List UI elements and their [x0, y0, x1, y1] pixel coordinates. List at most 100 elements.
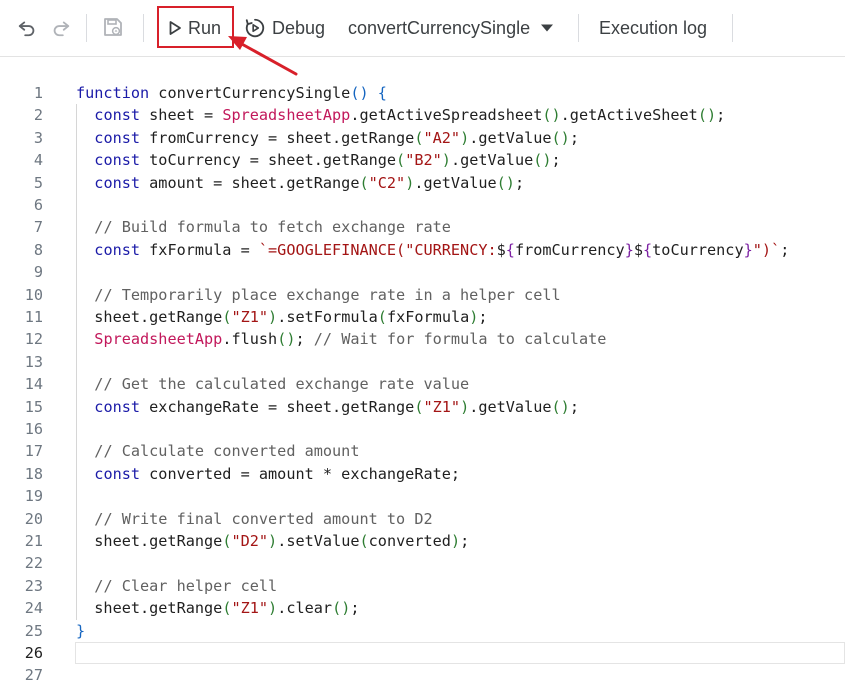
code-token: ; [350, 599, 360, 618]
line-number: 5 [33, 173, 43, 192]
code-line[interactable]: 6 [0, 194, 845, 217]
code-line[interactable]: 27 [0, 664, 845, 686]
code-editor[interactable]: 1 function convertCurrencySingle() {2 con… [0, 57, 845, 690]
code-token: const [94, 240, 141, 259]
code-line[interactable]: 13 [0, 350, 845, 374]
undo-icon[interactable] [14, 14, 40, 40]
code-token: ( [377, 308, 387, 326]
line-number: 24 [24, 599, 43, 618]
execution-log-button[interactable]: Execution log [599, 14, 707, 42]
line-code: const fromCurrency = sheet.getRange("A2"… [76, 127, 579, 149]
code-token: ; [460, 532, 470, 550]
line-number: 11 [24, 308, 43, 326]
code-line[interactable]: 19 [0, 485, 845, 508]
line-code: const fxFormula = `=GOOGLEFINANCE("CURRE… [76, 239, 789, 261]
line-number: 25 [24, 621, 43, 640]
code-token: .flush [222, 330, 278, 349]
save-drive-icon[interactable] [100, 14, 126, 40]
code-line[interactable]: 4 const toCurrency = sheet.getRange("B2"… [0, 149, 845, 172]
code-line[interactable]: 14 // Get the calculated exchange rate v… [0, 373, 845, 396]
code-token: "Z1" [231, 308, 269, 326]
code-token: converted [368, 532, 451, 550]
chevron-down-icon [541, 24, 554, 32]
code-token: { [643, 240, 653, 259]
code-line[interactable]: 15 const exchangeRate = sheet.getRange("… [0, 395, 845, 418]
code-line[interactable]: 26 [0, 642, 845, 664]
indent-guide [76, 552, 77, 575]
code-token: ; [514, 173, 525, 192]
line-code: SpreadsheetApp.flush(); // Wait for form… [76, 328, 606, 350]
code-token: .getValue [469, 128, 552, 147]
toolbar: Run Debug convertCurrencySingle Executio… [0, 0, 845, 57]
code-token: function [76, 84, 150, 102]
code-token: .setFormula [277, 308, 378, 326]
code-token: ) [450, 532, 461, 550]
code-line[interactable]: 3 const fromCurrency = sheet.getRange("A… [0, 126, 845, 150]
code-token: "B2" [405, 151, 442, 170]
line-code: const amount = sheet.getRange("C2").getV… [76, 172, 524, 194]
line-number: 13 [24, 352, 43, 371]
line-code: const sheet = SpreadsheetApp.getActiveSp… [76, 104, 725, 126]
code-token: "Z1" [423, 397, 461, 416]
code-token: // Temporarily place exchange rate in a … [94, 285, 561, 304]
code-token: // Build formula to fetch exchange rate [94, 218, 451, 237]
code-line[interactable]: 2 const sheet = SpreadsheetApp.getActive… [0, 104, 845, 127]
line-number: 3 [33, 128, 43, 147]
run-button[interactable]: Run [168, 14, 221, 42]
line-number: 14 [24, 375, 43, 394]
debug-label: Debug [272, 17, 326, 38]
code-token: // Write final converted amount to D2 [94, 509, 433, 528]
line-number: 22 [24, 554, 43, 573]
code-line[interactable]: 9 [0, 261, 845, 284]
code-token: ; [569, 397, 579, 416]
code-token: const [94, 128, 141, 147]
code-token: .getActiveSheet [560, 106, 698, 125]
code-token: sheet = [140, 106, 223, 125]
code-line[interactable]: 12 SpreadsheetApp.flush(); // Wait for f… [0, 328, 845, 351]
code-line[interactable]: 7 // Build formula to fetch exchange rat… [0, 216, 845, 239]
code-token: toCurrency = sheet.getRange [140, 151, 397, 170]
indent-guide [76, 261, 77, 284]
play-icon [169, 21, 181, 35]
code-token: ) [268, 308, 278, 326]
line-number: 2 [33, 106, 43, 125]
code-line[interactable]: 11 sheet.getRange("Z1").setFormula(fxFor… [0, 306, 845, 329]
code-line[interactable]: 21 sheet.getRange("D2").setValue(convert… [0, 530, 845, 553]
code-line[interactable]: 23 // Clear helper cell [0, 574, 845, 598]
line-code: const exchangeRate = sheet.getRange("Z1"… [76, 396, 579, 418]
line-code: // Write final converted amount to D2 [76, 508, 433, 530]
code-line[interactable]: 5 const amount = sheet.getRange("C2").ge… [0, 171, 845, 194]
line-code: sheet.getRange("Z1").clear(); [76, 597, 360, 619]
line-code: // Temporarily place exchange rate in a … [76, 284, 561, 306]
code-line[interactable]: 24 sheet.getRange("Z1").clear(); [0, 597, 845, 620]
redo-icon[interactable] [48, 14, 74, 40]
code-token: ; [569, 128, 579, 147]
code-line[interactable]: 22 [0, 552, 845, 575]
indent-guide [76, 194, 77, 217]
debug-button[interactable]: Debug [244, 14, 325, 42]
code-token: () [277, 330, 296, 349]
line-number: 17 [24, 442, 43, 461]
code-line[interactable]: 10 // Temporarily place exchange rate in… [0, 283, 845, 306]
code-token: .getValue [414, 173, 497, 192]
function-select[interactable]: convertCurrencySingle [348, 14, 554, 42]
code-token: sheet.getRange [76, 532, 223, 550]
code-line[interactable]: 16 [0, 418, 845, 441]
code-line[interactable]: 17 // Calculate converted amount [0, 440, 845, 463]
code-line[interactable]: 25} [0, 620, 845, 642]
code-line[interactable]: 20 // Write final converted amount to D2 [0, 507, 845, 530]
line-number: 7 [33, 218, 43, 237]
line-number: 15 [24, 397, 43, 416]
line-number: 26 [24, 644, 43, 662]
line-code: // Build formula to fetch exchange rate [76, 216, 451, 238]
code-line[interactable]: 8 const fxFormula = `=GOOGLEFINANCE("CUR… [0, 238, 845, 262]
code-token: () [542, 106, 561, 125]
line-code: // Get the calculated exchange rate valu… [76, 373, 469, 395]
code-token: "A2" [423, 128, 461, 147]
code-line[interactable]: 1 function convertCurrencySingle() { [0, 82, 845, 104]
code-line[interactable]: 18 const converted = amount * exchangeRa… [0, 462, 845, 486]
